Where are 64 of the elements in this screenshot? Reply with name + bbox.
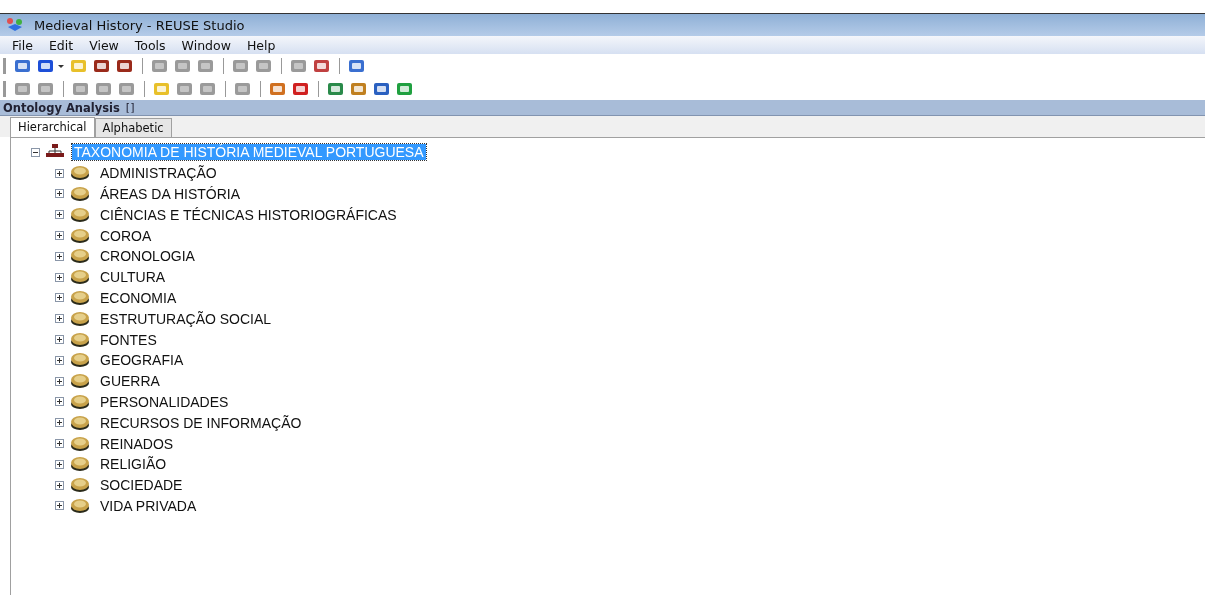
coin-icon xyxy=(70,310,90,327)
coin-icon xyxy=(70,269,90,286)
expander-icon[interactable] xyxy=(31,147,40,157)
coin-icon xyxy=(70,289,90,306)
coin-icon xyxy=(70,331,90,348)
coin-icon xyxy=(70,165,90,182)
expander-icon[interactable] xyxy=(55,293,64,303)
menu-item[interactable]: View xyxy=(81,37,127,53)
menu-item[interactable]: Window xyxy=(173,37,239,53)
menu-item[interactable]: Help xyxy=(238,37,284,53)
coin-icon xyxy=(70,206,90,223)
coin-icon xyxy=(70,393,90,410)
tree-item[interactable]: CRONOLOGIA xyxy=(98,248,197,265)
coin-icon xyxy=(70,456,90,473)
window-title: Medieval History - REUSE Studio xyxy=(34,17,245,33)
coin-icon xyxy=(70,477,90,494)
panel-title: Ontology Analysis xyxy=(3,100,120,115)
coin-icon xyxy=(70,435,90,452)
expander-icon[interactable] xyxy=(55,189,64,199)
tab[interactable]: Hierarchical xyxy=(10,117,95,138)
coin-icon xyxy=(70,248,90,265)
expander-icon[interactable] xyxy=(55,439,64,449)
tree-item[interactable]: CULTURA xyxy=(98,269,168,286)
tree-item[interactable]: GEOGRAFIA xyxy=(98,352,186,369)
coin-icon xyxy=(70,414,90,431)
pin-button[interactable]: [] xyxy=(125,101,135,114)
expander-icon[interactable] xyxy=(55,168,64,178)
tree-item[interactable]: RELIGIÃO xyxy=(98,456,169,473)
tree-item[interactable]: PERSONALIDADES xyxy=(98,393,231,410)
app-icon xyxy=(6,17,24,33)
tree-item[interactable]: VIDA PRIVADA xyxy=(98,497,199,514)
tree-item[interactable]: REINADOS xyxy=(98,435,176,452)
menu-item[interactable]: Edit xyxy=(40,37,82,53)
coin-icon xyxy=(70,373,90,390)
expander-icon[interactable] xyxy=(55,418,64,428)
tree-item[interactable]: GUERRA xyxy=(98,373,162,390)
expander-icon[interactable] xyxy=(55,335,64,345)
coin-icon xyxy=(70,497,90,514)
tree-item[interactable]: SOCIEDADE xyxy=(98,477,185,494)
expander-icon[interactable] xyxy=(55,480,64,490)
tree-item[interactable]: ADMINISTRAÇÃO xyxy=(98,165,219,182)
expander-icon[interactable] xyxy=(55,231,64,241)
tree-item[interactable]: CIÊNCIAS E TÉCNICAS HISTORIOGRÁFICAS xyxy=(98,206,399,223)
tab[interactable]: Alphabetic xyxy=(94,118,172,137)
coin-icon xyxy=(70,186,90,202)
expander-icon[interactable] xyxy=(55,376,64,386)
expander-icon[interactable] xyxy=(55,272,64,282)
expander-icon[interactable] xyxy=(55,314,64,324)
tree-item[interactable]: ECONOMIA xyxy=(98,289,179,306)
menu-item[interactable]: Tools xyxy=(126,37,174,53)
expander-icon[interactable] xyxy=(55,459,64,469)
expander-icon[interactable] xyxy=(55,251,64,261)
expander-icon[interactable] xyxy=(55,397,64,407)
tree-item[interactable]: ESTRUTURAÇÃO SOCIAL xyxy=(98,310,274,327)
expander-icon[interactable] xyxy=(55,501,64,511)
expander-icon[interactable] xyxy=(55,355,64,365)
tree-item[interactable]: FONTES xyxy=(98,331,159,348)
menu-item[interactable]: File xyxy=(4,37,41,53)
tree-item[interactable]: ÁREAS DA HISTÓRIA xyxy=(98,186,243,202)
coin-icon xyxy=(70,352,90,369)
tree-item[interactable]: COROA xyxy=(98,227,154,244)
tree-item[interactable]: RECURSOS DE INFORMAÇÃO xyxy=(98,414,304,431)
expander-icon[interactable] xyxy=(55,210,64,220)
coin-icon xyxy=(70,227,90,244)
